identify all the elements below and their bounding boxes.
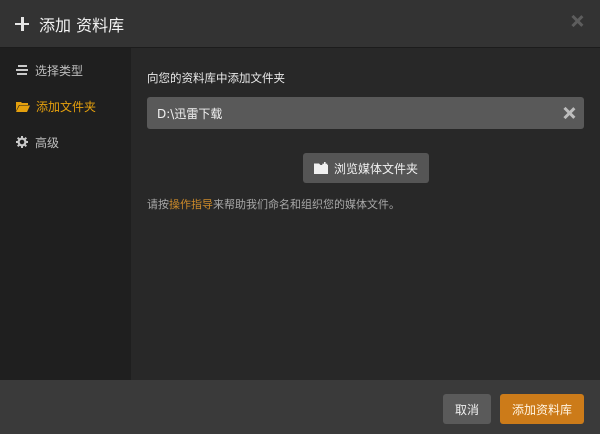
section-label: 向您的资料库中添加文件夹 <box>147 71 285 85</box>
gear-icon <box>16 136 29 148</box>
browse-button-label: 浏览媒体文件夹 <box>333 161 418 176</box>
sidebar: 选择类型 添加文件夹 高级 <box>0 48 131 380</box>
add-library-dialog: 添加 资料库 选择类型 添加文件夹 高级 向您的资料库中添加文件夹 D:\迅雷下… <box>0 0 600 434</box>
folder-open-icon <box>16 101 30 112</box>
plus-icon <box>15 16 29 31</box>
dialog-footer: 取消 添加资料库 <box>0 380 600 434</box>
help-suffix: 来帮助我们命名和组织您的媒体文件。 <box>213 198 400 211</box>
main-panel: 向您的资料库中添加文件夹 浏览媒体文件夹 请按操作指导来帮助我们命名和组织您的媒… <box>131 48 600 380</box>
cancel-button[interactable]: 取消 <box>443 394 491 424</box>
add-library-button[interactable]: 添加资料库 <box>500 394 584 424</box>
operation-guide-link[interactable]: 操作指导 <box>169 198 213 211</box>
folder-path-field <box>147 97 584 129</box>
sidebar-item-select-type[interactable]: 选择类型 <box>0 52 131 88</box>
sidebar-item-label: 高级 <box>35 135 60 150</box>
sidebar-item-label: 选择类型 <box>35 63 84 78</box>
sidebar-item-label: 添加文件夹 <box>36 99 97 114</box>
folder-add-icon <box>313 162 328 174</box>
close-icon[interactable] <box>570 14 584 28</box>
browse-media-folder-button[interactable]: 浏览媒体文件夹 <box>303 153 429 183</box>
help-text: 请按操作指导来帮助我们命名和组织您的媒体文件。 <box>147 196 400 212</box>
sidebar-item-advanced[interactable]: 高级 <box>0 124 131 160</box>
dialog-header: 添加 资料库 <box>0 0 600 48</box>
help-prefix: 请按 <box>147 198 169 211</box>
dialog-title: 添加 资料库 <box>39 15 125 35</box>
folder-path-input[interactable] <box>147 97 547 129</box>
clear-icon[interactable] <box>562 106 576 120</box>
list-icon <box>16 64 29 76</box>
sidebar-item-add-folder[interactable]: 添加文件夹 <box>0 88 131 124</box>
